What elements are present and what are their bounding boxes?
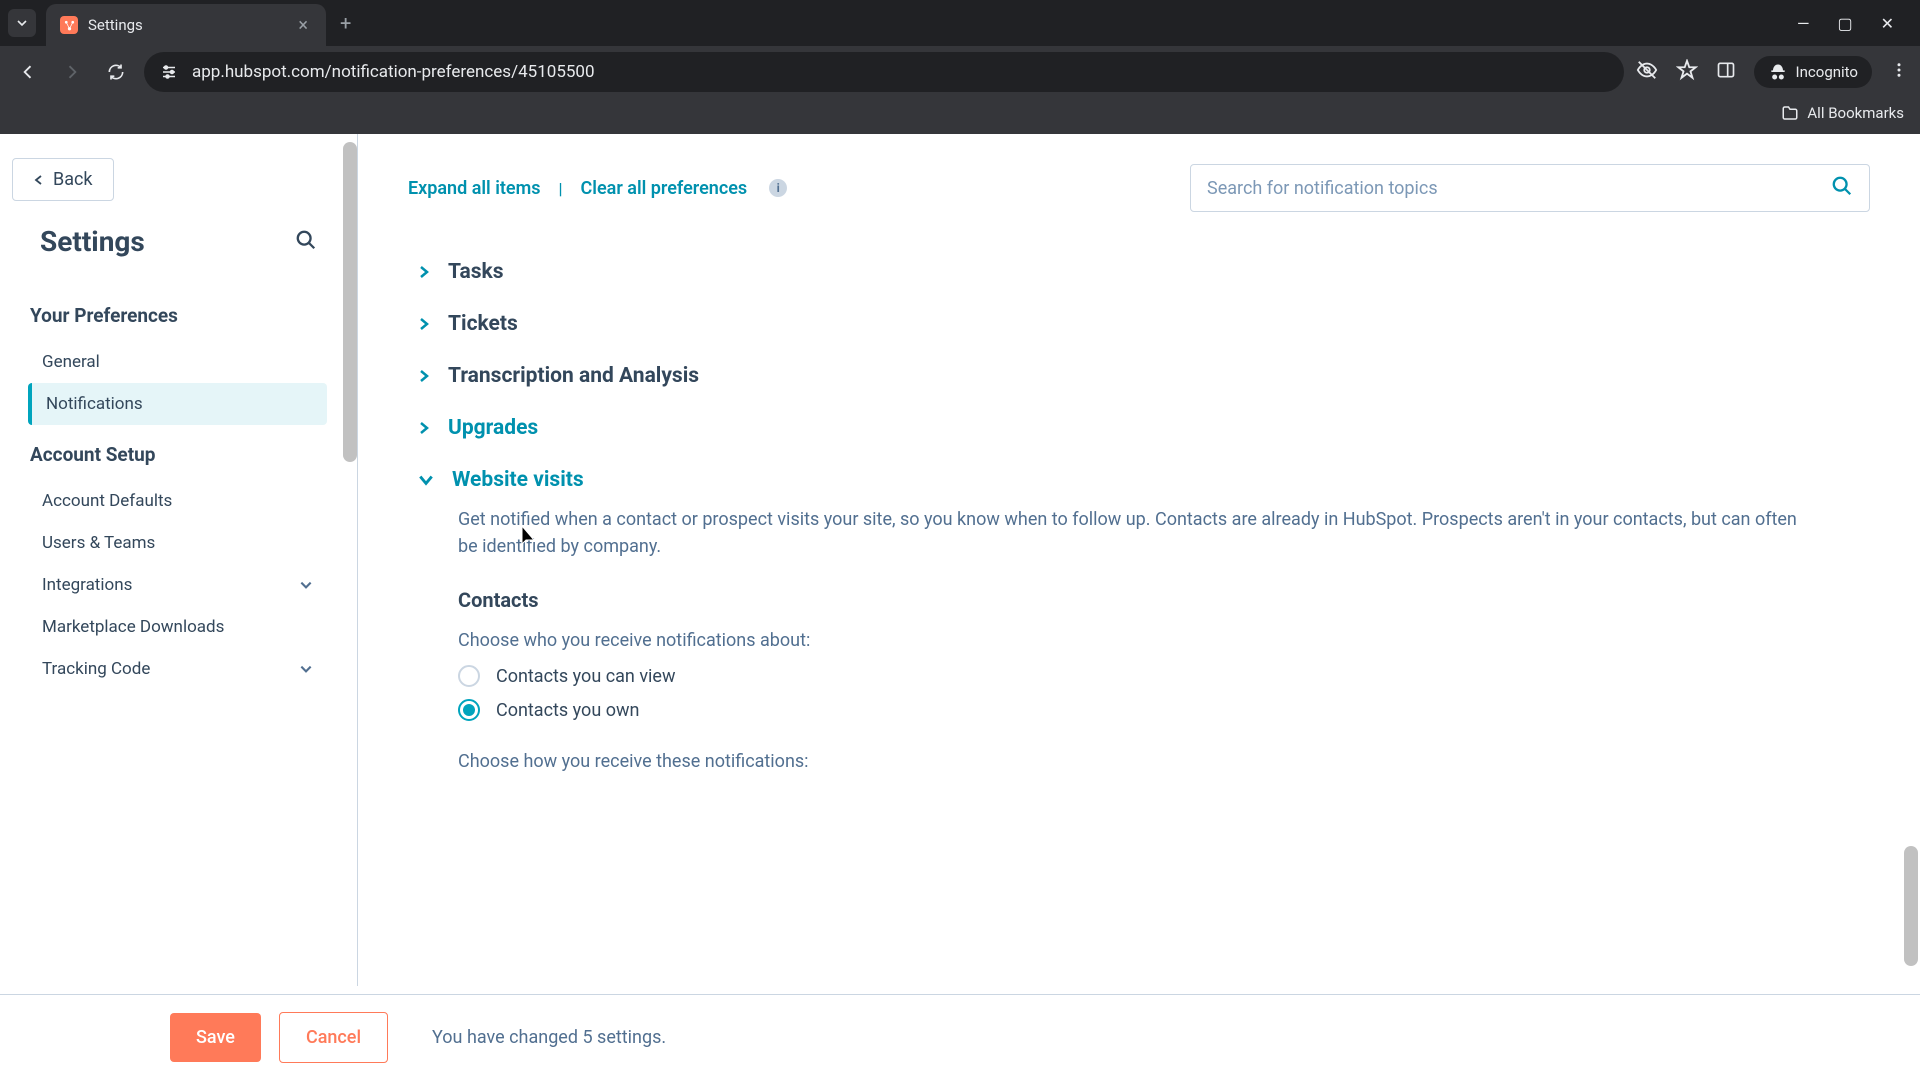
tab-bar: Settings × + — ▢ ✕: [0, 0, 1920, 46]
save-button[interactable]: Save: [170, 1013, 261, 1062]
section-description: Get notified when a contact or prospect …: [458, 506, 1798, 560]
contacts-subtitle: Contacts: [458, 588, 1870, 612]
chevron-right-icon: [418, 265, 430, 279]
search-icon[interactable]: [1831, 175, 1853, 201]
preferences-section-title: Your Preferences: [30, 304, 327, 327]
sidebar-item-users-teams[interactable]: Users & Teams: [28, 522, 327, 564]
reload-icon[interactable]: [100, 56, 132, 88]
change-count-message: You have changed 5 settings.: [432, 1027, 666, 1048]
chevron-right-icon: [418, 369, 430, 383]
new-tab-button[interactable]: +: [340, 11, 351, 35]
section-transcription[interactable]: Transcription and Analysis: [418, 350, 1870, 402]
all-bookmarks-link[interactable]: All Bookmarks: [1781, 104, 1904, 122]
search-input[interactable]: [1207, 178, 1831, 199]
eye-off-icon[interactable]: [1636, 59, 1658, 85]
maximize-icon[interactable]: ▢: [1837, 14, 1852, 33]
radio-input-checked[interactable]: [458, 699, 480, 721]
chevron-right-icon: [418, 317, 430, 331]
forward-nav-icon: [56, 56, 88, 88]
footer-bar: Save Cancel You have changed 5 settings.: [0, 994, 1920, 1080]
browser-menu-icon[interactable]: [1890, 61, 1908, 83]
settings-title: Settings: [40, 225, 145, 258]
main-content: Expand all items | Clear all preferences…: [358, 134, 1920, 986]
tab-title: Settings: [88, 16, 294, 34]
tab-close-icon[interactable]: ×: [294, 15, 312, 36]
section-upgrades[interactable]: Upgrades: [418, 402, 1870, 454]
sidebar-item-account-defaults[interactable]: Account Defaults: [28, 480, 327, 522]
clear-all-link[interactable]: Clear all preferences: [581, 178, 748, 199]
hubspot-favicon: [60, 16, 78, 34]
who-label: Choose who you receive notifications abo…: [458, 630, 1870, 651]
bookmark-star-icon[interactable]: [1676, 59, 1698, 85]
radio-contacts-own[interactable]: Contacts you own: [458, 699, 1870, 721]
incognito-badge[interactable]: Incognito: [1754, 56, 1872, 88]
settings-sidebar: Back Settings Your Preferences General N…: [0, 134, 358, 986]
website-visits-body: Get notified when a contact or prospect …: [418, 506, 1870, 806]
sidepanel-icon[interactable]: [1716, 60, 1736, 84]
bookmarks-bar: All Bookmarks: [0, 98, 1920, 134]
tab-list-dropdown[interactable]: [8, 9, 36, 37]
close-window-icon[interactable]: ✕: [1881, 14, 1894, 33]
search-box[interactable]: [1190, 164, 1870, 212]
sidebar-item-general[interactable]: General: [28, 341, 327, 383]
url-text: app.hubspot.com/notification-preferences…: [192, 62, 595, 82]
sidebar-item-integrations[interactable]: Integrations: [28, 564, 327, 606]
toolbar: Expand all items | Clear all preferences…: [408, 164, 1870, 212]
info-icon[interactable]: i: [769, 179, 787, 197]
address-bar[interactable]: app.hubspot.com/notification-preferences…: [144, 52, 1624, 92]
main-scrollbar[interactable]: [1904, 846, 1918, 966]
radio-contacts-view[interactable]: Contacts you can view: [458, 665, 1870, 687]
how-label: Choose how you receive these notificatio…: [458, 751, 1870, 772]
sidebar-item-tracking-code[interactable]: Tracking Code: [28, 648, 327, 690]
back-button[interactable]: Back: [12, 158, 114, 201]
sidebar-scrollbar[interactable]: [343, 142, 357, 462]
cancel-button[interactable]: Cancel: [279, 1012, 388, 1063]
browser-tab[interactable]: Settings ×: [46, 4, 326, 46]
back-nav-icon[interactable]: [12, 56, 44, 88]
section-website-visits[interactable]: Website visits: [418, 454, 1870, 506]
section-tasks[interactable]: Tasks: [418, 246, 1870, 298]
chevron-down-icon: [299, 578, 313, 592]
expand-all-link[interactable]: Expand all items: [408, 178, 541, 199]
radio-input[interactable]: [458, 665, 480, 687]
account-setup-section-title: Account Setup: [30, 443, 327, 466]
address-bar-row: app.hubspot.com/notification-preferences…: [0, 46, 1920, 98]
sidebar-item-marketplace[interactable]: Marketplace Downloads: [28, 606, 327, 648]
chevron-right-icon: [418, 421, 430, 435]
sidebar-item-notifications[interactable]: Notifications: [28, 383, 327, 425]
chevron-down-icon: [418, 474, 434, 486]
section-tickets[interactable]: Tickets: [418, 298, 1870, 350]
chevron-down-icon: [299, 662, 313, 676]
search-settings-icon[interactable]: [295, 229, 317, 255]
site-settings-icon[interactable]: [160, 63, 178, 81]
minimize-icon[interactable]: —: [1797, 14, 1810, 33]
